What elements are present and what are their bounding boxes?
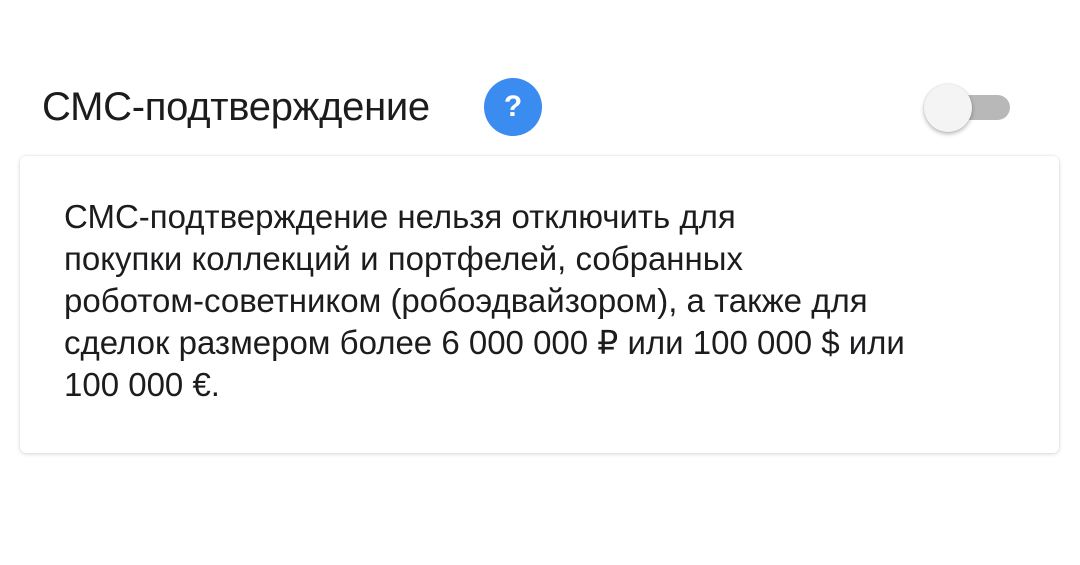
toggle-thumb bbox=[924, 84, 972, 132]
help-icon[interactable]: ? bbox=[484, 78, 542, 136]
setting-title: СМС-подтверждение bbox=[42, 85, 430, 129]
settings-screen: СМС-подтверждение ? СМС-подтверждение не… bbox=[0, 0, 1080, 565]
tooltip-text: СМС-подтверждение нельзя отключить для п… bbox=[64, 198, 905, 403]
sms-confirmation-toggle[interactable] bbox=[924, 82, 1012, 132]
help-tooltip: СМС-подтверждение нельзя отключить для п… bbox=[20, 156, 1059, 453]
sms-confirmation-row: СМС-подтверждение ? bbox=[0, 72, 1080, 142]
